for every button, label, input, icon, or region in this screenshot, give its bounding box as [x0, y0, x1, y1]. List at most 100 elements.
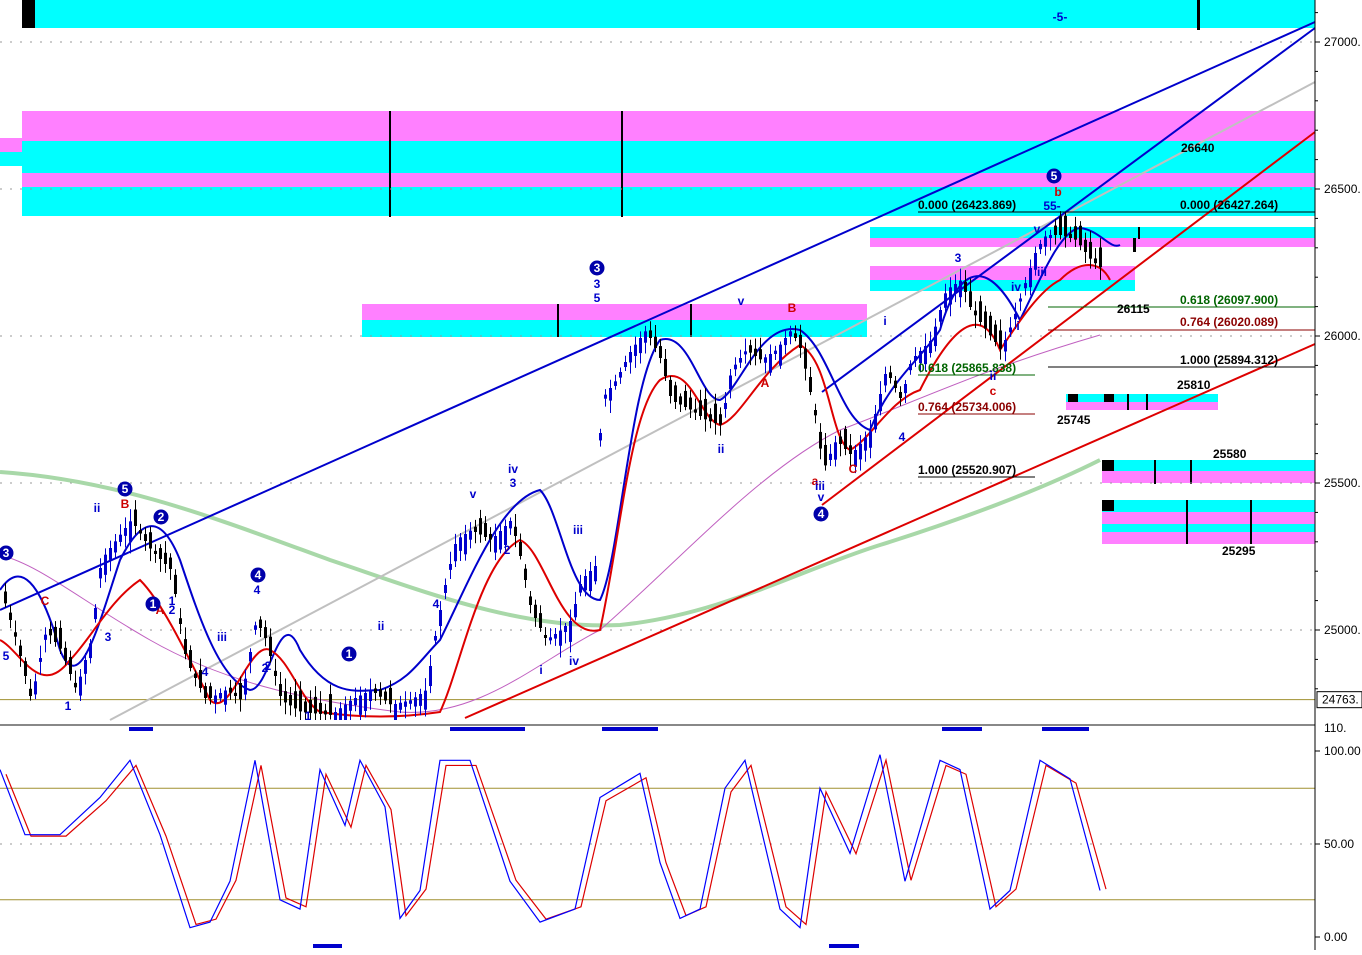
candle-body-207	[1039, 244, 1042, 250]
fib-label-5: 0.618 (25865.838)	[918, 361, 1016, 375]
circled-wave-text-7: 4	[818, 507, 825, 521]
zone-marker-9	[1154, 460, 1156, 484]
candle-body-68	[344, 704, 347, 720]
candle-body-179	[899, 391, 902, 398]
wave-label-32: B	[121, 497, 130, 511]
zone-marker-6	[1133, 238, 1136, 252]
candle-body-32	[164, 552, 167, 564]
candle-body-109	[549, 637, 552, 641]
candle-body-194	[974, 310, 977, 316]
candle-body-37	[189, 650, 192, 668]
candle-body-182	[914, 356, 917, 361]
candle-body-1	[9, 612, 12, 620]
candle-body-212	[1064, 215, 1067, 237]
candle-body-138	[694, 409, 697, 413]
price-zone-18	[1102, 512, 1315, 524]
panel-divider	[0, 724, 1315, 726]
candle-body-2	[14, 632, 17, 637]
price-zone-5	[0, 138, 22, 152]
candle-body-12	[64, 647, 67, 661]
candle-body-176	[884, 374, 887, 386]
candle-body-11	[59, 627, 62, 649]
circled-wave-label-4: 4	[250, 567, 266, 583]
candle-body-140	[704, 398, 707, 420]
fib-label-1: 0.000 (26427.264)	[1180, 198, 1278, 212]
price-zone-20	[1102, 532, 1315, 544]
candle-body-71	[359, 695, 362, 715]
candle-body-67	[339, 708, 342, 720]
price-tick-label-2: 26000.	[1324, 329, 1361, 343]
osc-tick-label-0: 100.00	[1324, 744, 1361, 758]
fib-label-2: 0.618 (26097.900)	[1180, 293, 1278, 307]
price-zone-label-0: 26640	[1181, 141, 1215, 155]
current-price-label: 24763.	[1322, 693, 1359, 707]
candle-body-23	[119, 534, 122, 542]
candle-body-181	[909, 364, 912, 371]
candle-body-20	[104, 554, 107, 575]
candle-body-127	[639, 338, 642, 354]
candle-body-16	[84, 660, 87, 674]
candle-body-201	[1009, 327, 1012, 333]
candle-body-50	[254, 625, 257, 630]
candle-body-34	[174, 574, 177, 594]
candle-body-219	[1099, 247, 1102, 268]
candle-body-85	[429, 666, 432, 687]
candle-body-75	[379, 689, 382, 697]
candle-body-62	[314, 696, 317, 714]
wave-label-5: A	[761, 376, 770, 390]
candle-body-173	[869, 431, 872, 448]
wave-label-3: B	[788, 301, 797, 315]
candle-body-49	[249, 652, 252, 662]
candle-body-135	[679, 396, 682, 405]
candle-body-169	[849, 445, 852, 454]
candle-body-148	[744, 351, 747, 355]
candle-body-165	[829, 453, 832, 461]
candle-body-145	[729, 375, 732, 390]
candle-body-15	[79, 676, 82, 696]
candle-body-177	[889, 372, 892, 378]
zone-marker-16	[1146, 394, 1148, 410]
candle-body-128	[644, 331, 647, 343]
candle-body-29	[149, 532, 152, 549]
candle-body-93	[469, 530, 472, 540]
candle-body-65	[329, 694, 332, 715]
candle-body-150	[754, 348, 757, 356]
price-zone-10	[870, 238, 1315, 247]
candle-body-74	[374, 688, 377, 693]
candle-body-218	[1094, 258, 1097, 264]
candle-body-19	[99, 568, 102, 579]
wave-label-0: 3	[594, 277, 601, 291]
candle-body-57	[289, 694, 292, 706]
candle-body-185	[929, 341, 932, 354]
candle-body-200	[1004, 340, 1007, 352]
candle-body-114	[574, 604, 577, 618]
candle-body-199	[999, 330, 1002, 349]
wave-label-21: 2	[504, 543, 511, 557]
candle-body-104	[524, 568, 527, 580]
fib-label-4: 1.000 (25894.312)	[1180, 353, 1278, 367]
candle-body-99	[499, 531, 502, 550]
candle-body-14	[74, 682, 77, 688]
zone-marker-15	[1127, 394, 1129, 410]
candle-body-205	[1029, 268, 1032, 288]
candle-body-40	[204, 686, 207, 698]
candle-body-84	[424, 690, 427, 710]
candle-body-157	[789, 331, 792, 337]
candle-body-4	[24, 661, 27, 676]
candle-body-45	[229, 687, 232, 693]
candle-body-42	[214, 695, 217, 703]
osc-tick-label-2: 0.00	[1324, 930, 1348, 944]
candle-body-159	[799, 334, 802, 348]
candle-body-56	[284, 691, 287, 703]
candle-body-155	[779, 344, 782, 366]
wave-label-43: 4	[433, 597, 440, 611]
candle-body-86	[434, 636, 437, 641]
fib-label-3: 0.764 (26020.089)	[1180, 315, 1278, 329]
candle-body-204	[1024, 283, 1027, 289]
elliott-wave-chart: 0.000 (26423.869) 0.000 (26427.264) 0.618 …	[0, 0, 1362, 950]
candle-body-78	[394, 704, 397, 720]
price-zone-13	[1066, 394, 1218, 402]
candle-body-70	[354, 698, 357, 706]
candle-body-44	[224, 690, 227, 705]
candle-body-209	[1049, 235, 1052, 239]
